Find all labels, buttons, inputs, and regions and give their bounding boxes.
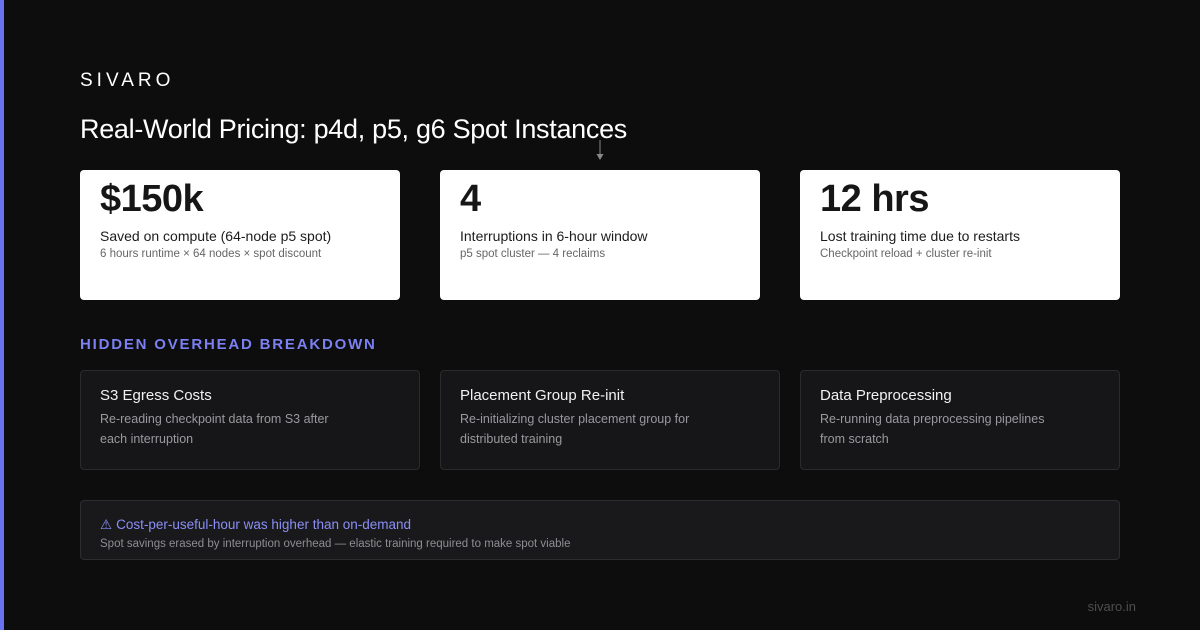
stat-label: Saved on compute (64-node p5 spot) (100, 228, 332, 244)
stat-sublabel: Checkpoint reload + cluster re-init (820, 248, 992, 260)
overhead-card-title: Data Preprocessing (820, 387, 952, 404)
footer-url[interactable]: sivaro.in (1088, 599, 1136, 614)
brand-logo: SIVARO (80, 70, 175, 91)
section-heading: HIDDEN OVERHEAD BREAKDOWN (80, 336, 377, 353)
alert-callout: ⚠ Cost-per-useful-hour was higher than on… (80, 500, 1120, 560)
arrow-down-icon (596, 140, 604, 160)
stat-sublabel: 6 hours runtime × 64 nodes × spot discou… (100, 248, 322, 260)
accent-bar (0, 0, 4, 630)
overhead-card-title: Placement Group Re-init (460, 387, 625, 404)
overhead-card-description: Re-reading checkpoint data from S3 after… (100, 412, 329, 446)
alert-title: ⚠ Cost-per-useful-hour was higher than on… (100, 517, 411, 533)
overhead-card-title: S3 Egress Costs (100, 387, 212, 404)
overhead-card-description: Re-initializing cluster placement group … (460, 412, 690, 446)
overhead-card-description: Re-running data preprocessing pipelines … (820, 412, 1045, 446)
stat-card-savings: $150k Saved on compute (64-node p5 spot)… (80, 170, 400, 300)
overhead-card-data-preprocessing: Data Preprocessing Re-running data prepr… (800, 370, 1120, 470)
page-title: Real-World Pricing: p4d, p5, g6 Spot Ins… (80, 114, 628, 144)
stat-value: 12 hrs (820, 178, 929, 220)
stat-label: Interruptions in 6-hour window (460, 228, 648, 244)
warning-icon: ⚠ (100, 517, 113, 532)
overhead-card-s3-egress: S3 Egress Costs Re-reading checkpoint da… (80, 370, 420, 470)
stat-card-lost-time: 12 hrs Lost training time due to restart… (800, 170, 1120, 300)
stat-value: $150k (100, 178, 204, 220)
stat-label: Lost training time due to restarts (820, 228, 1020, 244)
alert-title-text: Cost-per-useful-hour was higher than on-… (116, 517, 412, 532)
alert-description: Spot savings erased by interruption over… (100, 538, 571, 550)
stat-sublabel: p5 spot cluster — 4 reclaims (460, 248, 606, 260)
stat-value: 4 (460, 178, 481, 220)
stat-card-interruptions: 4 Interruptions in 6-hour window p5 spot… (440, 170, 760, 300)
overhead-card-placement-group: Placement Group Re-init Re-initializing … (440, 370, 780, 470)
